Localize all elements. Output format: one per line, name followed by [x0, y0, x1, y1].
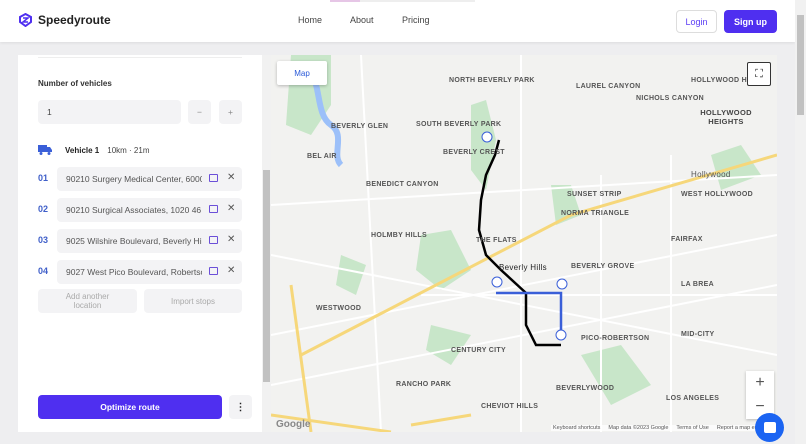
import-stops-button[interactable]: Import stops	[144, 289, 242, 313]
panel-scrollbar[interactable]	[262, 55, 271, 432]
more-options-button[interactable]: ⋮	[229, 395, 252, 419]
stop-markers[interactable]	[482, 132, 567, 340]
map-label: SUNSET STRIP	[567, 191, 622, 198]
map-label: THE FLATS	[476, 237, 517, 244]
fullscreen-button[interactable]: ⛶	[747, 62, 771, 86]
vehicle-summary: 10km · 21m	[107, 146, 149, 155]
remove-icon[interactable]: ✕	[227, 203, 235, 214]
map-label: FAIRFAX	[671, 236, 703, 243]
truck-icon	[38, 145, 52, 155]
map-label: LOS ANGELES	[666, 395, 719, 402]
stop-address[interactable]: 9027 West Pico Boulevard, Robertson	[66, 267, 202, 277]
add-location-button[interactable]: Add another location	[38, 289, 137, 313]
note-icon[interactable]	[209, 236, 218, 244]
map[interactable]: NORTH BEVERLY PARK LAUREL CANYON HOLLYWO…	[271, 55, 777, 432]
map-label: BEVERLY CREST	[443, 149, 505, 156]
stop-item[interactable]: 9027 West Pico Boulevard, Robertson ✕	[57, 260, 242, 284]
page-scrollbar[interactable]	[795, 0, 806, 444]
map-label: CHEVIOT HILLS	[481, 403, 538, 410]
map-label: BEVERLY GLEN	[331, 123, 388, 130]
map-attribution: Keyboard shortcuts Map data ©2023 Google…	[551, 425, 765, 431]
terms-link[interactable]: Terms of Use	[676, 425, 708, 431]
map-label: HOLLYWOOD HEIGHTS	[695, 108, 757, 126]
increment-button[interactable]: +	[219, 100, 242, 124]
top-nav: Speedyroute Home About Pricing Login Sig…	[0, 0, 795, 42]
top-accent	[330, 0, 475, 2]
nav-pricing[interactable]: Pricing	[402, 15, 430, 25]
stop-item[interactable]: 90210 Surgery Medical Center, 6000 ✕	[57, 167, 242, 191]
zoom-in-button[interactable]: +	[746, 371, 774, 395]
optimize-route-button[interactable]: Optimize route	[38, 395, 222, 419]
remove-icon[interactable]: ✕	[227, 234, 235, 245]
remove-icon[interactable]: ✕	[227, 172, 235, 183]
map-label: WEST HOLLYWOOD	[681, 191, 753, 198]
map-label: NORMA TRIANGLE	[561, 210, 629, 217]
chat-button[interactable]	[755, 413, 784, 442]
nav-home[interactable]: Home	[298, 15, 322, 25]
map-label: HOLMBY HILLS	[371, 232, 427, 239]
keyboard-shortcuts-link[interactable]: Keyboard shortcuts	[553, 425, 600, 431]
map-label: NICHOLS CANYON	[636, 95, 704, 102]
map-label: MID-CITY	[681, 331, 715, 338]
stop-item[interactable]: 90210 Surgical Associates, 1020 46 ✕	[57, 198, 242, 222]
map-label: Hollywood	[691, 170, 731, 179]
map-label: Beverly Hills	[499, 263, 547, 272]
vehicles-input[interactable]: 1	[38, 100, 181, 124]
divider	[38, 55, 242, 58]
login-button[interactable]: Login	[676, 10, 717, 33]
decrement-button[interactable]: −	[188, 100, 211, 124]
map-label: BEVERLY GROVE	[571, 263, 634, 270]
map-label: CENTURY CITY	[451, 347, 506, 354]
stop-number: 03	[38, 235, 48, 245]
note-icon[interactable]	[209, 267, 218, 275]
map-label: LA BREA	[681, 281, 714, 288]
vehicle-header: Vehicle 1 10km · 21m	[38, 145, 149, 155]
logo-icon	[19, 13, 32, 27]
vehicles-label: Number of vehicles	[38, 79, 112, 88]
stop-number: 04	[38, 266, 48, 276]
remove-icon[interactable]: ✕	[227, 265, 235, 276]
map-label: RANCHO PARK	[396, 381, 451, 388]
map-label: BEL AIR	[307, 153, 337, 160]
map-label: LAUREL CANYON	[576, 83, 640, 90]
nav-about[interactable]: About	[350, 15, 374, 25]
stop-address[interactable]: 9025 Wilshire Boulevard, Beverly Hills	[66, 236, 202, 246]
chat-icon	[764, 422, 776, 433]
zoom-controls: + −	[746, 371, 774, 419]
brand-logo[interactable]: Speedyroute	[19, 13, 111, 27]
note-icon[interactable]	[209, 174, 218, 182]
map-label: BENEDICT CANYON	[366, 181, 439, 188]
map-label: WESTWOOD	[316, 305, 361, 312]
parks	[286, 55, 761, 405]
map-type-button[interactable]: Map	[277, 61, 327, 85]
stop-number: 01	[38, 173, 48, 183]
map-data-text: Map data ©2023 Google	[608, 425, 668, 431]
map-label: SOUTH BEVERLY PARK	[416, 121, 501, 128]
signup-button[interactable]: Sign up	[724, 10, 777, 33]
stop-address[interactable]: 90210 Surgery Medical Center, 6000	[66, 174, 202, 184]
note-icon[interactable]	[209, 205, 218, 213]
stop-item[interactable]: 9025 Wilshire Boulevard, Beverly Hills ✕	[57, 229, 242, 253]
map-label: BEVERLYWOOD	[556, 385, 614, 392]
stop-address[interactable]: 90210 Surgical Associates, 1020 46	[66, 205, 202, 215]
brand-name: Speedyroute	[38, 13, 111, 27]
google-logo: Google	[276, 419, 310, 430]
vehicle-name: Vehicle 1	[65, 146, 99, 155]
map-label: PICO-ROBERTSON	[581, 335, 649, 342]
route-panel: Number of vehicles 1 − + Vehicle 1 10km …	[18, 55, 262, 432]
stop-number: 02	[38, 204, 48, 214]
map-label: NORTH BEVERLY PARK	[449, 77, 535, 84]
